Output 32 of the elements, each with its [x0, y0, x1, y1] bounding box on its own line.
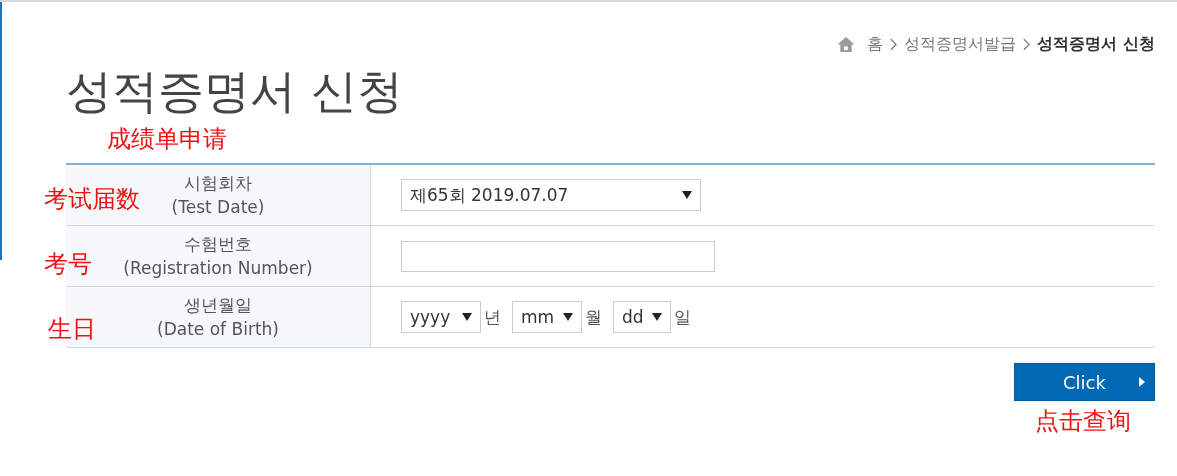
triangle-icon [1139, 377, 1145, 387]
annotation: 考试届数 [44, 187, 140, 211]
submit-button[interactable]: Click [1014, 363, 1155, 401]
field-label: 수험번호 [184, 233, 252, 256]
unit-label: 년 [484, 305, 501, 329]
field-label: 시험회차 [184, 172, 252, 195]
home-icon[interactable] [836, 36, 857, 53]
caret-icon [563, 313, 573, 321]
page-title: 성적증명서 신청 [66, 63, 404, 120]
date-select[interactable]: mm [512, 301, 582, 333]
caret-icon [652, 313, 662, 321]
registration-number-field[interactable] [401, 240, 715, 272]
breadcrumb-link[interactable]: 성적증명서발급 [904, 34, 1017, 55]
unit-label: 일 [674, 305, 691, 329]
current-page-crumb: 성적증명서 신청 [1037, 34, 1155, 55]
unit-label: 월 [585, 305, 602, 329]
breadcrumb-link[interactable]: 홈 [867, 34, 884, 55]
chevron-icon [1023, 38, 1031, 51]
caret-icon [682, 191, 692, 199]
date-select[interactable]: yyyy [401, 301, 481, 333]
annotation: 考号 [44, 252, 92, 276]
annotation: 生日 [48, 317, 96, 341]
round-select[interactable]: 제65회 2019.07.07 [401, 179, 701, 211]
field-label-english: (Test Date) [171, 196, 265, 219]
field-label: 생년월일 [184, 294, 252, 317]
field-label-english: (Registration Number) [123, 257, 313, 280]
date-select[interactable]: dd [613, 301, 671, 333]
annotation: 点击查询 [1035, 406, 1131, 437]
annotation: 成绩单申请 [107, 125, 227, 153]
caret-icon [462, 313, 472, 321]
field-label-english: (Date of Birth) [157, 318, 279, 341]
chevron-icon [890, 38, 898, 51]
